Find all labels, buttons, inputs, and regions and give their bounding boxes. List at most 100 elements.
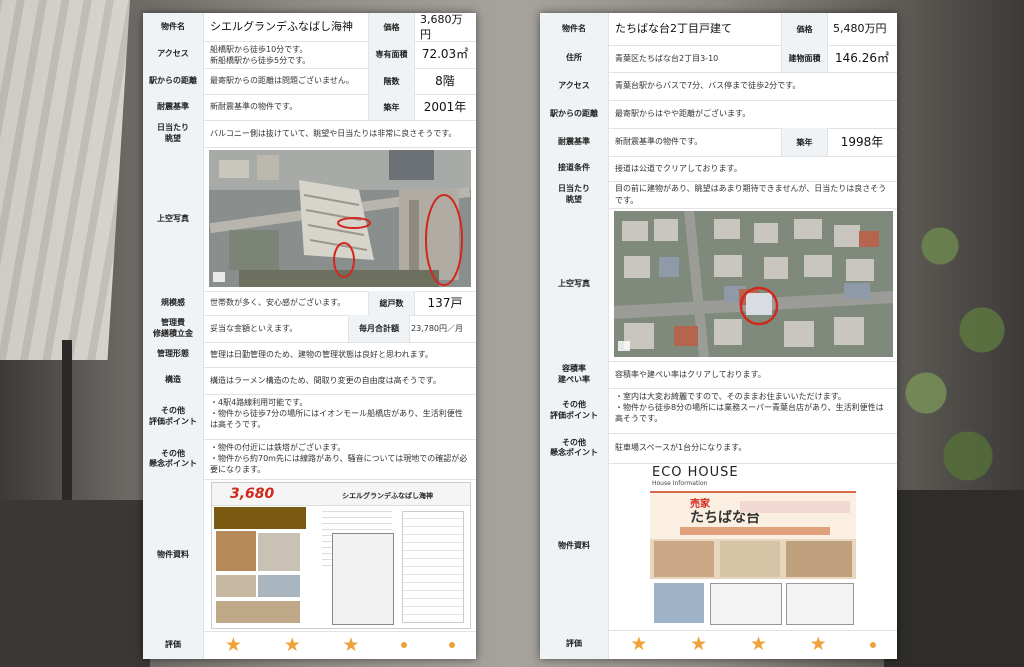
struct-label: 構造 [143, 367, 204, 394]
property-name: たちばな台2丁目戸建て [615, 22, 732, 36]
distance-label: 駅からの距離 [540, 100, 609, 128]
floor-label: 階数 [368, 68, 415, 94]
access-label: アクセス [143, 41, 204, 68]
row-name: 物件名 シエルグランデふなばし海神 価格 3,680万円 [143, 13, 476, 42]
point-1: ・4駅4路線利用可能です。 [210, 398, 308, 407]
address-label: 住所 [540, 45, 609, 72]
row-distance: 駅からの距離 最寄駅からはやや距離がございます。 [540, 100, 897, 129]
row-concerns: その他 懸念ポイント 駐車場スペースが1台分になります。 [540, 433, 897, 464]
price-label: 価格 [368, 13, 415, 41]
row-rating: 評価 ★ ★ ★ ★ [540, 630, 897, 659]
flyer-name: シエルグランデふなばし海神 [342, 492, 433, 500]
built-label: 築年 [368, 94, 415, 120]
document-label: 物件資料 [143, 479, 204, 631]
row-distance: 駅からの距離 最寄駅からの距離は問題ございません。 階数 8階 [143, 68, 476, 95]
road-value: 接道は公道でクリアしております。 [615, 163, 742, 173]
row-concerns: その他 懸念ポイント ・物件の付近には鉄塔がございます。 ・物件から約70m先に… [143, 439, 476, 480]
concerns-label: その他 懸念ポイント [143, 439, 204, 479]
price-value: 5,480万円 [833, 22, 887, 36]
star-empty-dot-icon [449, 642, 456, 648]
sun-value: 目の前に建物があり、眺望はあまり期待できませんが、日当たりは良さそうです。 [615, 184, 887, 205]
mgmt-value: 管理は日勤管理のため、建物の管理状態は良好と思われます。 [210, 349, 433, 359]
star-empty-dot-icon [401, 642, 408, 648]
point-1: ・室内は大変お綺麗ですので、そのままお住まいいただけます。 [615, 392, 846, 401]
fee-label: 管理費 修繕積立金 [143, 315, 204, 342]
star-filled-icon: ★ [224, 633, 242, 656]
row-fee: 管理費 修繕積立金 妥当な金額といえます。 毎月合計額 23,780円／月 [143, 315, 476, 343]
row-access: アクセス 青葉台駅からバスで7分、バス停まで徒歩2分です。 [540, 72, 897, 101]
price-label: 価格 [781, 13, 828, 45]
price-value: 3,680万円 [420, 12, 463, 41]
distance-value: 最寄駅からはやや距離がございます。 [615, 109, 751, 119]
star-filled-icon: ★ [342, 633, 360, 656]
sun-label: 日当たり 眺望 [540, 181, 609, 208]
property-name: シエルグランデふなばし海神 [210, 20, 353, 34]
road-label: 接道条件 [540, 156, 609, 181]
distance-label: 駅からの距離 [143, 68, 204, 94]
name-label: 物件名 [540, 13, 609, 45]
area-value: 72.03㎡ [421, 47, 469, 62]
points-value: ・室内は大変お綺麗ですので、そのままお住まいいただけます。 ・物件から徒歩8分の… [609, 388, 897, 433]
address-value: 青葉区たちばな台2丁目3-10 [615, 53, 719, 63]
point-2: ・物件から徒歩7分の場所にはイオンモール船橋店があり、生活利便性は高そうです。 [210, 409, 463, 430]
row-mgmt: 管理形態 管理は日勤管理のため、建物の管理状態は良好と思われます。 [143, 342, 476, 368]
struct-value: 構造はラーメン構造のため、間取り変更の自由度は高そうです。 [210, 375, 441, 385]
rating-label: 評価 [540, 630, 609, 659]
concern-2: ・物件から約70m先には線路があり、騒音については現地での確認が必要になります。 [210, 454, 468, 475]
aerial-label: 上空写真 [540, 208, 609, 361]
row-struct: 構造 構造はラーメン構造のため、間取り変更の自由度は高そうです。 [143, 367, 476, 395]
aerial-photo [209, 150, 471, 287]
row-name: 物件名 たちばな台2丁目戸建て 価格 5,480万円 [540, 13, 897, 46]
flyer-price: 3,680 [230, 486, 275, 502]
area-value: 146.26㎡ [835, 51, 889, 66]
row-aerial: 上空写真 [540, 208, 897, 362]
row-sun: 日当たり 眺望 バルコニー側は抜けていて、眺望や日当たりは非常に良さそうです。 [143, 120, 476, 148]
sun-label: 日当たり 眺望 [143, 120, 204, 147]
eco-title: ECO HOUSE [652, 465, 739, 480]
aerial-label: 上空写真 [143, 147, 204, 291]
concerns-value: ・物件の付近には鉄塔がございます。 ・物件から約70m先には線路があり、騒音につ… [204, 439, 476, 479]
mgmt-label: 管理形態 [143, 342, 204, 367]
quake-label: 耐震基準 [540, 128, 609, 156]
concerns-label: その他 懸念ポイント [540, 433, 609, 463]
area-label: 専有面積 [368, 41, 415, 68]
concerns-value: 駐車場スペースが1台分になります。 [615, 443, 747, 453]
row-quake: 耐震基準 新耐震基準の物件です。 築年 1998年 [540, 128, 897, 157]
star-filled-icon: ★ [283, 633, 301, 656]
row-sun: 日当たり 眺望 目の前に建物があり、眺望はあまり期待できませんが、日当たりは良さ… [540, 181, 897, 209]
scale-value: 世帯数が多く、安心感がございます。 [210, 298, 346, 308]
point-2: ・物件から徒歩8分の場所には業務スーパー青葉台店があり、生活利便性は高そうです。 [615, 403, 884, 424]
name-label: 物件名 [143, 13, 204, 41]
eco-house-flyer: ECO HOUSE House Information 売家 たちばな台 [650, 465, 856, 627]
distance-value: 最寄駅からの距離は問題ございません。 [210, 76, 354, 86]
monthly-label: 毎月合計額 [348, 315, 410, 342]
row-document: 物件資料 3,680 シエルグランデふなばし海神 [143, 479, 476, 632]
aerial-photo [614, 211, 893, 357]
access-value: 船橋駅から徒歩10分です。 新船橋駅から徒歩5分です。 [204, 41, 366, 68]
units-label: 総戸数 [368, 291, 415, 315]
property-sheet-left: 物件名 シエルグランデふなばし海神 価格 3,680万円 アクセス 船橋駅から徒… [143, 13, 476, 659]
built-label: 築年 [781, 128, 828, 156]
floor-value: 8階 [435, 73, 455, 88]
row-scale: 規模感 世帯数が多く、安心感がございます。 総戸数 137戸 [143, 291, 476, 316]
star-filled-icon: ★ [809, 633, 827, 655]
row-access: アクセス 船橋駅から徒歩10分です。 新船橋駅から徒歩5分です。 専有面積 72… [143, 41, 476, 69]
quake-value: 新耐震基準の物件です。 [210, 102, 298, 112]
row-document: 物件資料 ECO HOUSE House Information 売家 たちばな… [540, 463, 897, 631]
row-points: その他 評価ポイント ・4駅4路線利用可能です。 ・物件から徒歩7分の場所にはイ… [143, 394, 476, 440]
star-filled-icon: ★ [630, 633, 648, 655]
background-table [0, 500, 150, 667]
row-rating: 評価 ★ ★ ★ [143, 631, 476, 659]
points-label: その他 評価ポイント [540, 388, 609, 433]
access-line-2: 新船橋駅から徒歩5分です。 [210, 56, 311, 66]
sun-value: バルコニー側は抜けていて、眺望や日当たりは非常に良さそうです。 [210, 128, 457, 138]
units-value: 137戸 [427, 295, 463, 310]
ratio-value: 容積率や建ぺい率はクリアしております。 [615, 369, 766, 379]
row-road: 接道条件 接道は公道でクリアしております。 [540, 156, 897, 182]
property-sheet-right: 物件名 たちばな台2丁目戸建て 価格 5,480万円 住所 青葉区たちばな台2丁… [540, 13, 897, 659]
built-value: 2001年 [423, 99, 467, 114]
background-shelf [884, 490, 1024, 667]
star-filled-icon: ★ [690, 633, 708, 655]
property-flyer: 3,680 シエルグランデふなばし海神 [211, 482, 471, 629]
background-lamp [0, 0, 130, 360]
